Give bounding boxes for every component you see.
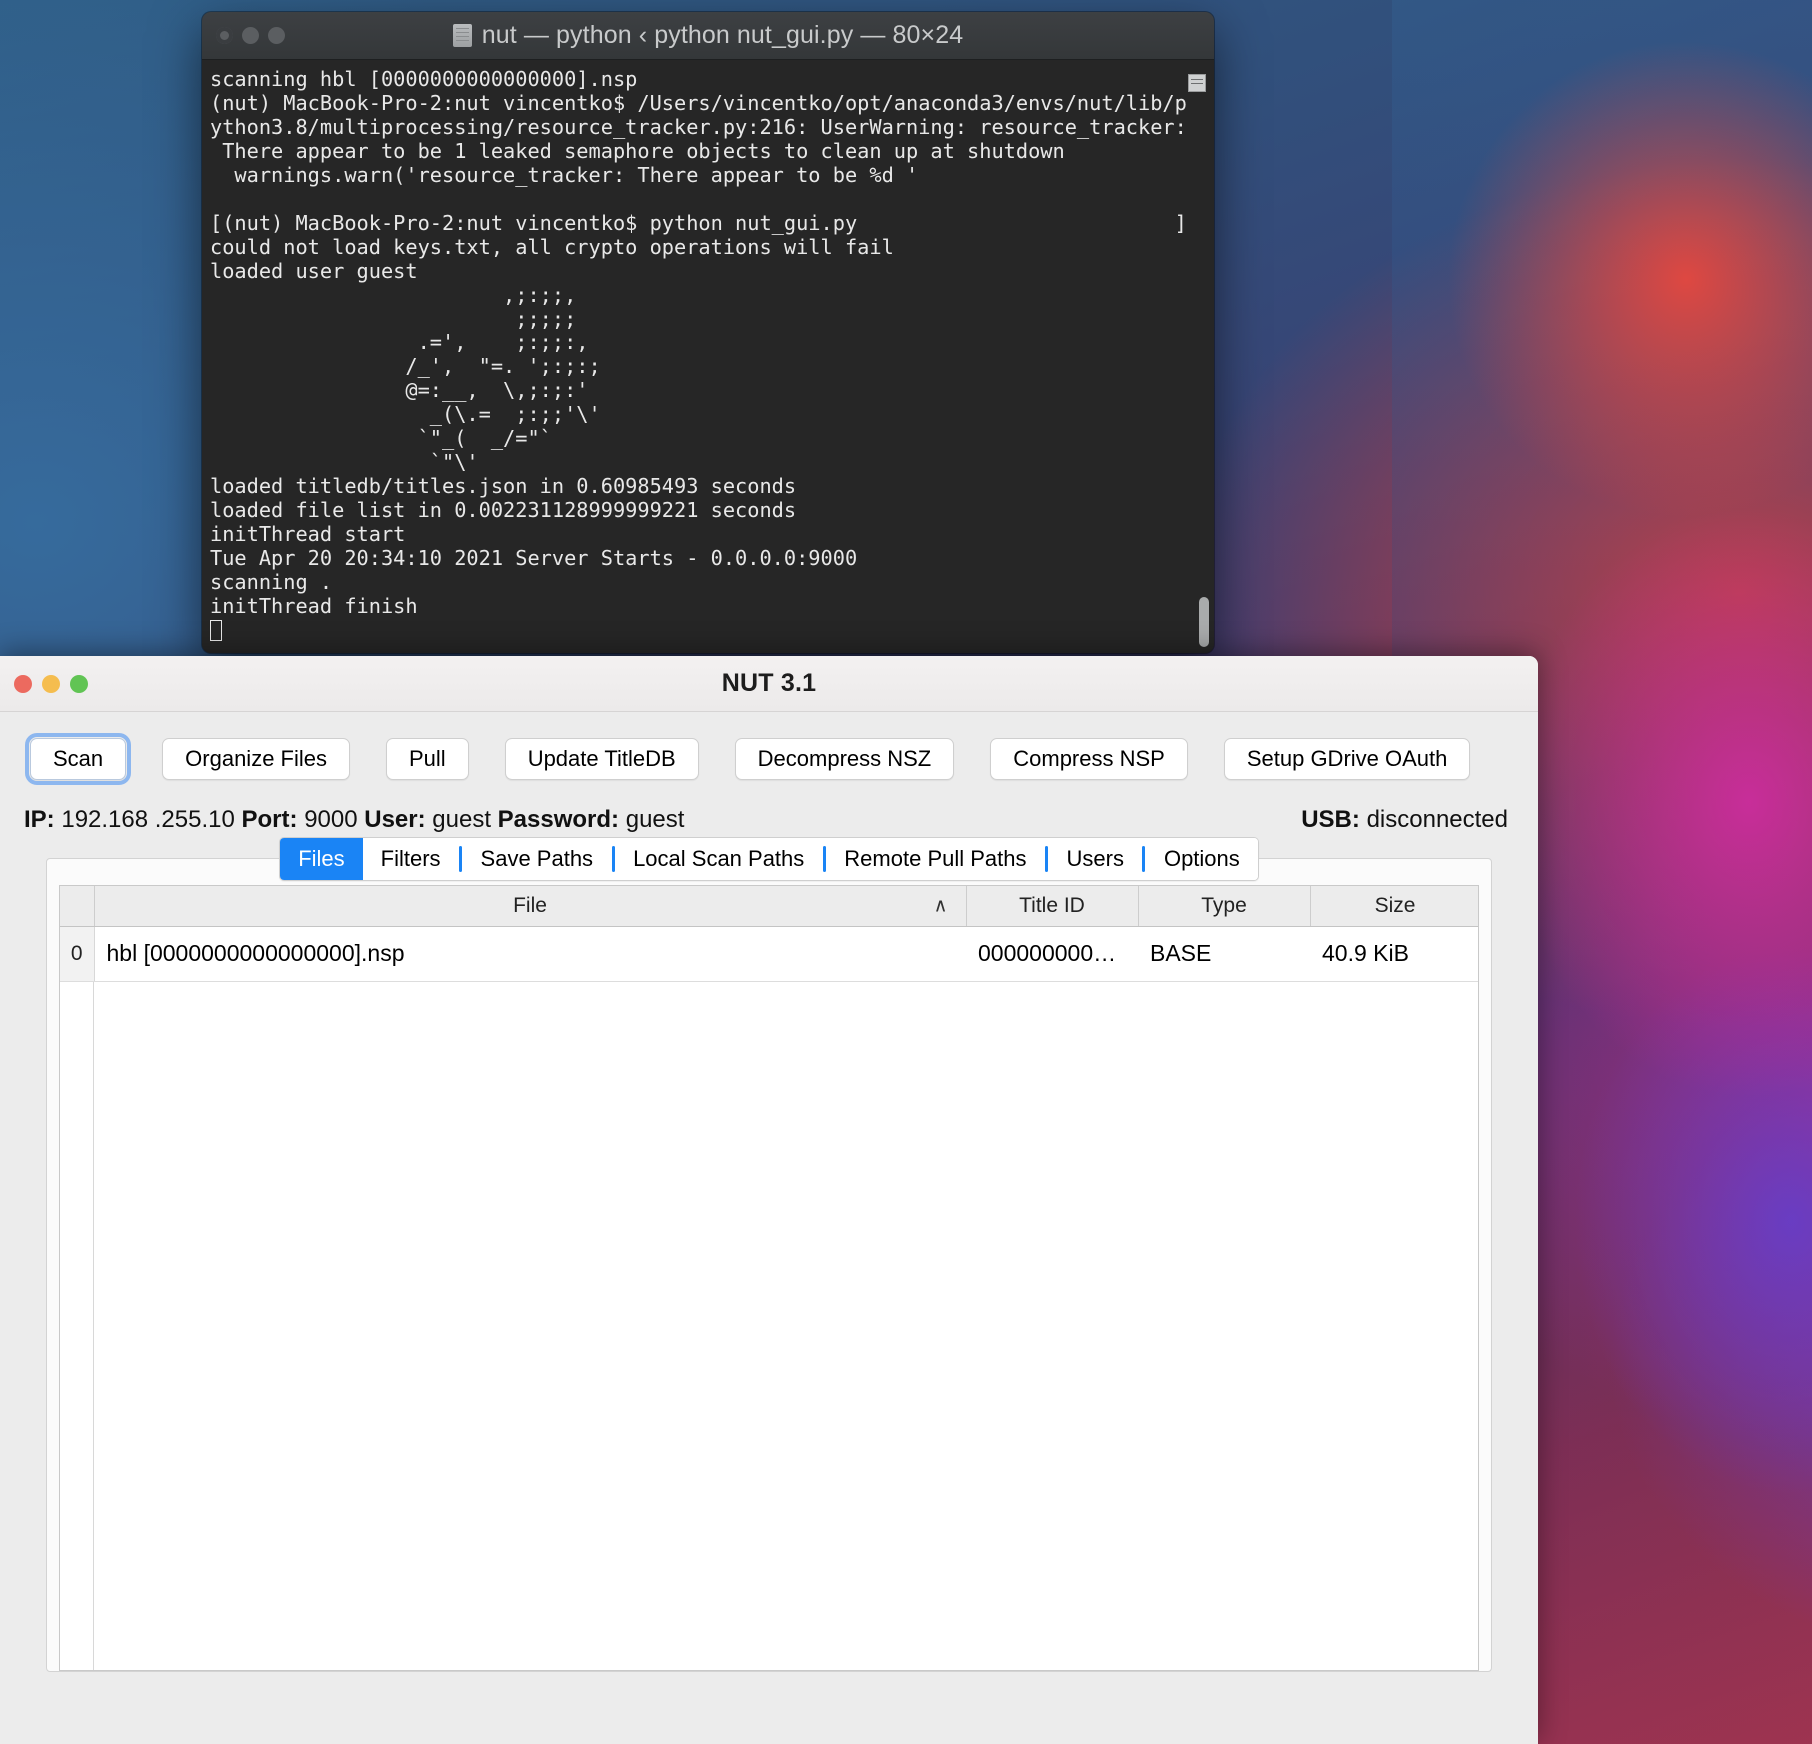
usb-label: USB:: [1301, 806, 1360, 833]
table-row[interactable]: 0 hbl [0000000000000000].nsp 000000000… …: [60, 926, 1478, 982]
document-icon: [452, 24, 472, 47]
table-header-row: File ∧ Title ID Type Size: [60, 886, 1478, 927]
terminal-close-button[interactable]: [216, 27, 233, 44]
terminal-minimize-button[interactable]: [242, 27, 259, 44]
password-value: guest: [625, 806, 685, 833]
terminal-zoom-button[interactable]: [268, 27, 285, 44]
column-header-size[interactable]: Size: [1310, 886, 1478, 927]
tab-files[interactable]: Files: [280, 838, 363, 880]
scan-button[interactable]: Scan: [24, 733, 132, 785]
organize-files-button[interactable]: Organize Files: [162, 738, 350, 780]
table-body: 0 hbl [0000000000000000].nsp 000000000… …: [60, 926, 1478, 982]
update-titledb-button[interactable]: Update TitleDB: [504, 738, 699, 780]
cell-type: BASE: [1138, 926, 1310, 982]
setup-gdrive-oauth-button[interactable]: Setup GDrive OAuth: [1223, 738, 1471, 780]
row-number-header: [60, 886, 95, 927]
row-index: 0: [60, 926, 95, 982]
toolbar: Scan Organize Files Pull Update TitleDB …: [0, 712, 1538, 785]
tab-users[interactable]: Users: [1048, 838, 1142, 880]
tab-filters[interactable]: Filters: [362, 838, 459, 880]
nut-application-window[interactable]: NUT 3.1 Scan Organize Files Pull Update …: [0, 656, 1538, 1744]
ip-label: IP:: [24, 806, 55, 833]
password-label: Password:: [497, 806, 620, 833]
tab-local-scan-paths[interactable]: Local Scan Paths: [615, 838, 823, 880]
terminal-cursor: [210, 619, 222, 641]
column-header-file[interactable]: File ∧: [94, 886, 967, 927]
file-table: File ∧ Title ID Type Size 0 hbl [0000000…: [60, 886, 1478, 982]
table-header: File ∧ Title ID Type Size: [60, 886, 1478, 927]
server-info: IP: 192.168 .255.10 Port: 9000 User: gue…: [24, 806, 684, 834]
tab-options[interactable]: Options: [1145, 838, 1258, 880]
terminal-scrollbar[interactable]: [1199, 597, 1209, 647]
tab-save-paths[interactable]: Save Paths: [462, 838, 612, 880]
terminal-output-text: scanning hbl [0000000000000000].nsp (nut…: [210, 67, 1214, 643]
usb-status: USB: disconnected: [1301, 806, 1508, 834]
port-value: 9000: [304, 806, 358, 833]
port-label: Port:: [241, 806, 298, 833]
usb-status-value: disconnected: [1366, 806, 1508, 833]
terminal-title-text: nut — python ‹ python nut_gui.py — 80×24: [481, 21, 964, 49]
nut-titlebar[interactable]: NUT 3.1: [0, 656, 1538, 712]
terminal-titlebar[interactable]: nut — python ‹ python nut_gui.py — 80×24: [202, 12, 1214, 60]
user-label: User:: [364, 806, 426, 833]
zoom-button[interactable]: [70, 674, 88, 693]
page-title: NUT 3.1: [721, 669, 817, 697]
file-table-container[interactable]: File ∧ Title ID Type Size 0 hbl [0000000…: [59, 885, 1479, 1671]
terminal-menu-icon[interactable]: [1188, 74, 1206, 92]
row-number-gutter: [60, 982, 94, 1670]
tab-panel: Files Filters Save Paths Local Scan Path…: [46, 837, 1492, 1672]
tab-remote-pull-paths[interactable]: Remote Pull Paths: [826, 838, 1045, 880]
terminal-body[interactable]: scanning hbl [0000000000000000].nsp (nut…: [202, 60, 1214, 653]
ip-value: 192.168 .255.10: [61, 806, 235, 833]
cell-file: hbl [0000000000000000].nsp: [94, 926, 966, 982]
connection-info-bar: IP: 192.168 .255.10 Port: 9000 User: gue…: [0, 780, 1538, 834]
nut-traffic-lights[interactable]: [14, 674, 88, 693]
pull-button[interactable]: Pull: [386, 738, 469, 780]
sort-ascending-icon[interactable]: ∧: [934, 894, 948, 917]
terminal-title-bar-text: nut — python ‹ python nut_gui.py — 80×24: [202, 21, 1214, 50]
column-header-file-label: File: [513, 893, 547, 917]
decompress-nsz-button[interactable]: Decompress NSZ: [734, 738, 955, 780]
user-value: guest: [432, 806, 491, 833]
compress-nsp-button[interactable]: Compress NSP: [990, 738, 1188, 780]
column-header-title-id[interactable]: Title ID: [966, 886, 1139, 927]
column-header-type[interactable]: Type: [1138, 886, 1311, 927]
terminal-traffic-lights[interactable]: [216, 27, 285, 44]
cell-size: 40.9 KiB: [1310, 926, 1478, 982]
terminal-window[interactable]: nut — python ‹ python nut_gui.py — 80×24…: [202, 12, 1214, 653]
cell-title-id: 000000000…: [966, 926, 1138, 982]
tab-bar: Files Filters Save Paths Local Scan Path…: [47, 837, 1491, 881]
minimize-button[interactable]: [42, 674, 60, 693]
close-button[interactable]: [14, 674, 32, 693]
